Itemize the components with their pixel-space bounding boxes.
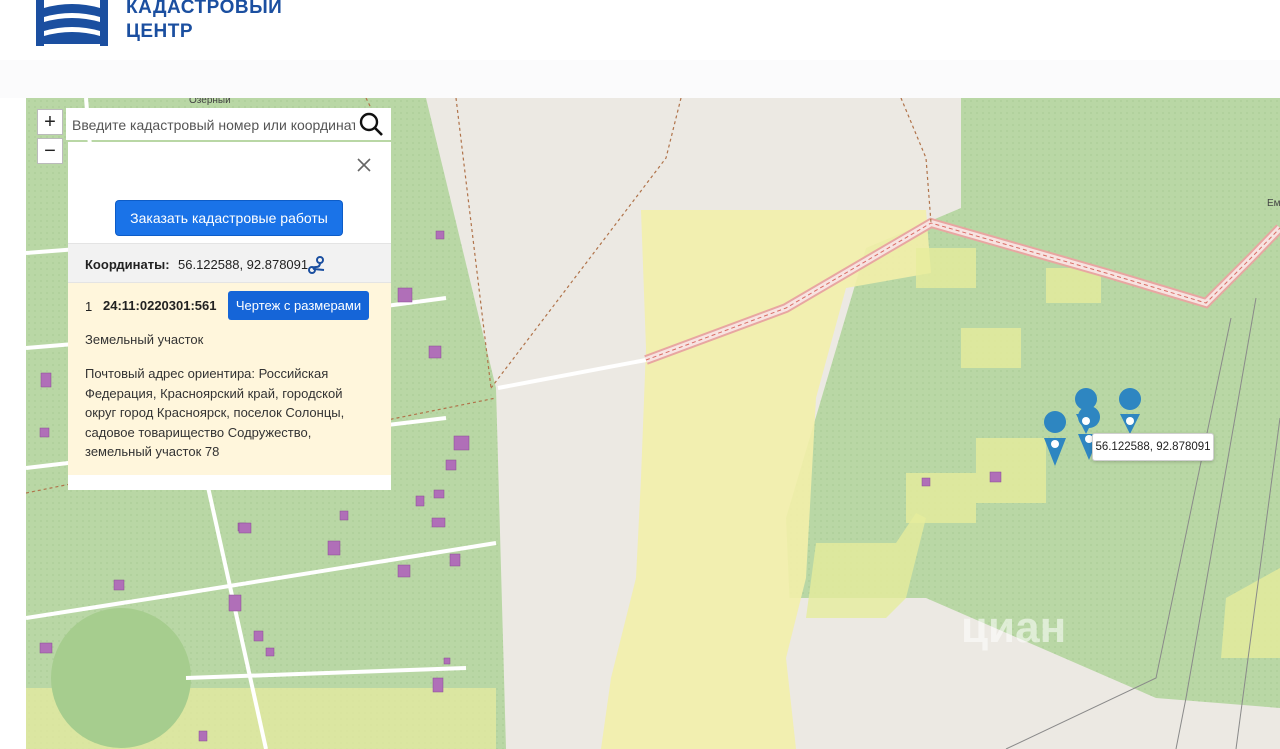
close-icon[interactable] [356, 157, 372, 173]
park-area [51, 608, 191, 748]
search-box [66, 108, 391, 140]
corner-label: Ем [1267, 198, 1280, 209]
logo-text: КАДАСТРОВЫЙ ЦЕНТР [126, 0, 282, 44]
street-label: Озерный [189, 98, 231, 106]
order-cadastral-works-button[interactable]: Заказать кадастровые работы [116, 201, 342, 235]
coordinates-value: 56.122588, 92.878091 [178, 257, 309, 272]
coordinates-label: Координаты: [85, 257, 170, 272]
marker-tooltip: 56.122588, 92.878091 [1092, 433, 1214, 461]
route-icon[interactable] [308, 256, 326, 274]
search-input[interactable] [70, 113, 357, 137]
parcel-number[interactable]: 24:11:0220301:561 [103, 298, 217, 313]
search-icon[interactable] [358, 111, 384, 137]
logo-icon [36, 0, 108, 46]
info-popup: Заказать кадастровые работы Координаты: … [68, 142, 391, 490]
coordinates-row: Координаты: 56.122588, 92.878091 [68, 243, 391, 283]
site-header: КАДАСТРОВЫЙ ЦЕНТР [0, 0, 1280, 60]
zoom-out-button[interactable]: − [37, 138, 63, 164]
parcel-address: Почтовый адрес ориентира: Российская Фед… [85, 366, 345, 459]
parcel-type: Земельный участок [85, 332, 204, 347]
zoom-in-button[interactable]: + [37, 109, 63, 135]
header-band [0, 60, 1280, 98]
logo-line1: КАДАСТРОВЫЙ [126, 0, 283, 18]
watermark: циан [961, 603, 1067, 652]
logo-line2: ЦЕНТР [126, 21, 194, 42]
cadastral-map[interactable]: Озерный Ем циан + − Заказать кадастровые… [26, 98, 1280, 749]
drawing-with-dimensions-button[interactable]: Чертеж с размерами [228, 291, 369, 320]
parcel-info: 1 24:11:0220301:561 Чертеж с размерами З… [68, 283, 391, 475]
parcel-index: 1 [85, 299, 93, 314]
